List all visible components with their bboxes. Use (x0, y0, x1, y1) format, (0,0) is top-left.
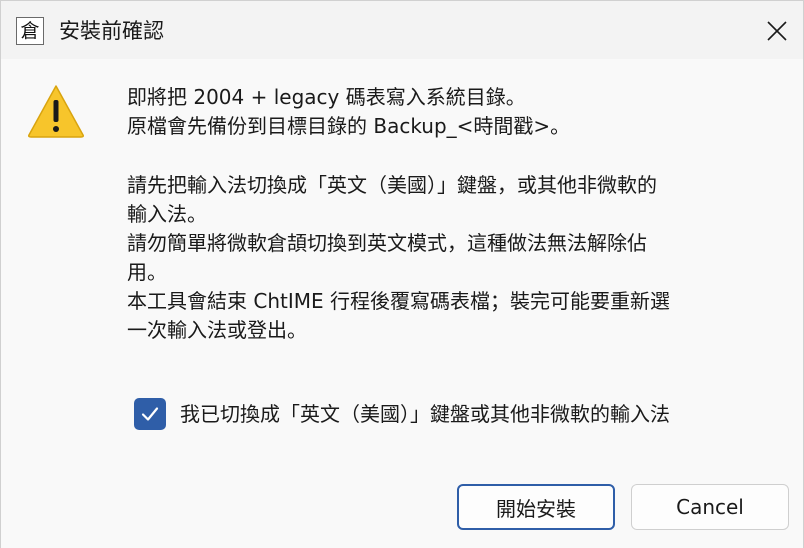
dialog-content: 即將把 2004 + legacy 碼表寫入系統目錄。 原檔會先備份到目標目錄的… (1, 59, 803, 548)
install-confirm-dialog: 倉 安裝前確認 即將把 2004 + legacy 碼表寫入系統目錄。 原檔會先… (0, 0, 804, 548)
close-button[interactable] (751, 9, 803, 53)
confirm-checkbox[interactable] (134, 398, 166, 430)
app-icon: 倉 (16, 17, 44, 45)
confirm-checkbox-row[interactable]: 我已切換成「英文（美國）」鍵盤或其他非微軟的輸入法 (134, 397, 670, 431)
confirm-checkbox-label[interactable]: 我已切換成「英文（美國）」鍵盤或其他非微軟的輸入法 (180, 400, 670, 428)
close-icon (767, 21, 787, 41)
title-bar[interactable]: 倉 安裝前確認 (1, 1, 803, 59)
warning-icon (28, 85, 84, 138)
start-install-button[interactable]: 開始安裝 (457, 484, 615, 530)
window-title: 安裝前確認 (59, 19, 164, 43)
cancel-button[interactable]: Cancel (631, 484, 789, 530)
checkmark-icon (141, 407, 159, 421)
message-instructions: 請先把輸入法切換成「英文（美國）」鍵盤，或其他非微軟的 輸入法。 請勿簡單將微軟… (127, 173, 670, 342)
message-intro: 即將把 2004 + legacy 碼表寫入系統目錄。 原檔會先備份到目標目錄的… (127, 85, 571, 138)
